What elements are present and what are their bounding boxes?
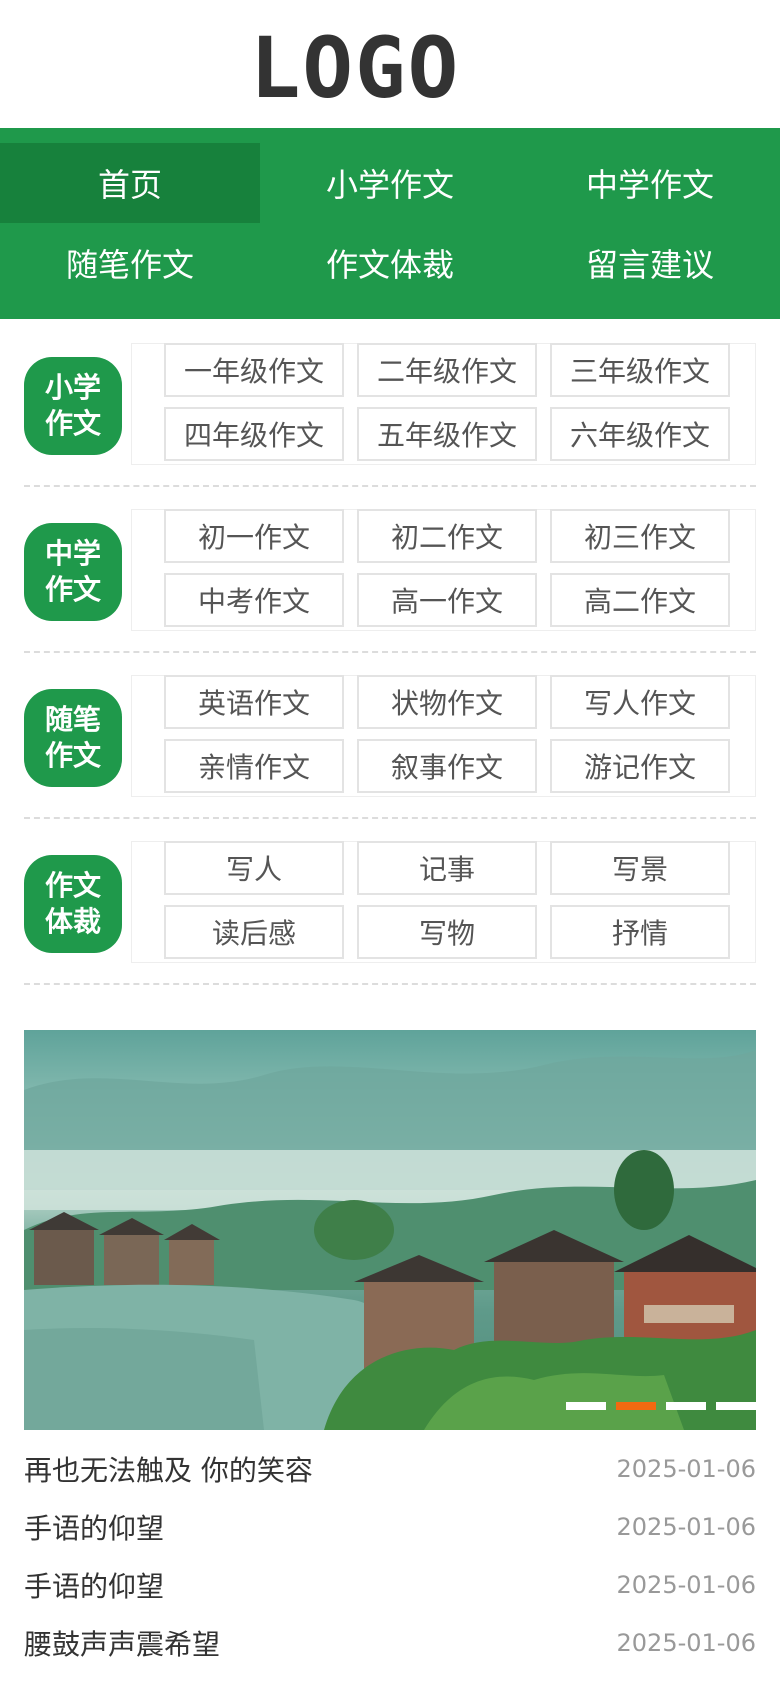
category-link[interactable]: 高二作文 [550,573,730,627]
article-list: 再也无法触及 你的笑容 2025-01-06 手语的仰望 2025-01-06 … [24,1440,756,1672]
category-link[interactable]: 英语作文 [164,675,344,729]
category-link[interactable]: 五年级作文 [357,407,537,461]
category-section-genre: 作文 体裁 写人 记事 写景 读后感 写物 抒情 [24,819,756,985]
carousel-dot[interactable] [666,1402,706,1410]
category-link[interactable]: 写物 [357,905,537,959]
article-title[interactable]: 再也无法触及 你的笑容 [24,1449,313,1489]
nav-item-essay-genre[interactable]: 作文体裁 [260,223,520,303]
article-title[interactable]: 手语的仰望 [24,1507,164,1547]
site-logo[interactable]: LOGO [250,26,460,110]
banner-carousel[interactable] [24,1030,756,1430]
nav-item-feedback[interactable]: 留言建议 [520,223,780,303]
header: LOGO [0,0,780,128]
main-nav: 首页 小学作文 中学作文 随笔作文 作文体裁 留言建议 [0,128,780,319]
category-section-secondary: 中学 作文 初一作文 初二作文 初三作文 中考作文 高一作文 高二作文 [24,487,756,653]
article-title[interactable]: 手语的仰望 [24,1565,164,1605]
carousel-dot[interactable] [566,1402,606,1410]
list-item[interactable]: 腰鼓声声震希望 2025-01-06 [24,1614,756,1672]
category-link[interactable]: 叙事作文 [357,739,537,793]
article-title[interactable]: 腰鼓声声震希望 [24,1623,220,1663]
list-item[interactable]: 手语的仰望 2025-01-06 [24,1556,756,1614]
category-link[interactable]: 初二作文 [357,509,537,563]
list-item[interactable]: 手语的仰望 2025-01-06 [24,1498,756,1556]
category-link[interactable]: 高一作文 [357,573,537,627]
article-date: 2025-01-06 [616,1571,756,1599]
category-badge-line: 随笔 [44,703,101,736]
category-badge-line: 作文 [44,739,101,772]
category-link[interactable]: 写景 [550,841,730,895]
category-link[interactable]: 初三作文 [550,509,730,563]
category-link[interactable]: 写人 [164,841,344,895]
category-link[interactable]: 抒情 [550,905,730,959]
category-link[interactable]: 亲情作文 [164,739,344,793]
article-date: 2025-01-06 [616,1629,756,1657]
category-link[interactable]: 写人作文 [550,675,730,729]
nav-item-secondary-essay[interactable]: 中学作文 [520,143,780,223]
nav-item-casual-essay[interactable]: 随笔作文 [0,223,260,303]
article-date: 2025-01-06 [616,1455,756,1483]
nav-item-primary-essay[interactable]: 小学作文 [260,143,520,223]
category-badge: 小学 作文 [24,357,122,455]
category-link[interactable]: 状物作文 [357,675,537,729]
carousel-dots [566,1402,756,1410]
category-badge-line: 中学 [44,537,101,570]
category-badge-line: 体裁 [44,905,101,938]
category-link[interactable]: 四年级作文 [164,407,344,461]
landscape-image [24,1050,756,1430]
carousel-dot[interactable] [716,1402,756,1410]
category-link[interactable]: 一年级作文 [164,343,344,397]
article-date: 2025-01-06 [616,1513,756,1541]
category-badge-line: 作文 [44,869,101,902]
category-section-casual: 随笔 作文 英语作文 状物作文 写人作文 亲情作文 叙事作文 游记作文 [24,653,756,819]
category-badge-line: 作文 [44,573,101,606]
list-item[interactable]: 再也无法触及 你的笑容 2025-01-06 [24,1440,756,1498]
category-badge: 作文 体裁 [24,855,122,953]
category-link[interactable]: 中考作文 [164,573,344,627]
category-badge-line: 作文 [44,407,101,440]
carousel-dot-active[interactable] [616,1402,656,1410]
category-link[interactable]: 记事 [357,841,537,895]
category-link[interactable]: 读后感 [164,905,344,959]
category-section-primary: 小学 作文 一年级作文 二年级作文 三年级作文 四年级作文 五年级作文 六年级作… [24,321,756,487]
category-badge-line: 小学 [44,371,101,404]
category-link[interactable]: 游记作文 [550,739,730,793]
category-link[interactable]: 六年级作文 [550,407,730,461]
category-link[interactable]: 二年级作文 [357,343,537,397]
category-link[interactable]: 初一作文 [164,509,344,563]
nav-item-home[interactable]: 首页 [0,143,260,223]
category-link[interactable]: 三年级作文 [550,343,730,397]
category-badge: 中学 作文 [24,523,122,621]
category-badge: 随笔 作文 [24,689,122,787]
